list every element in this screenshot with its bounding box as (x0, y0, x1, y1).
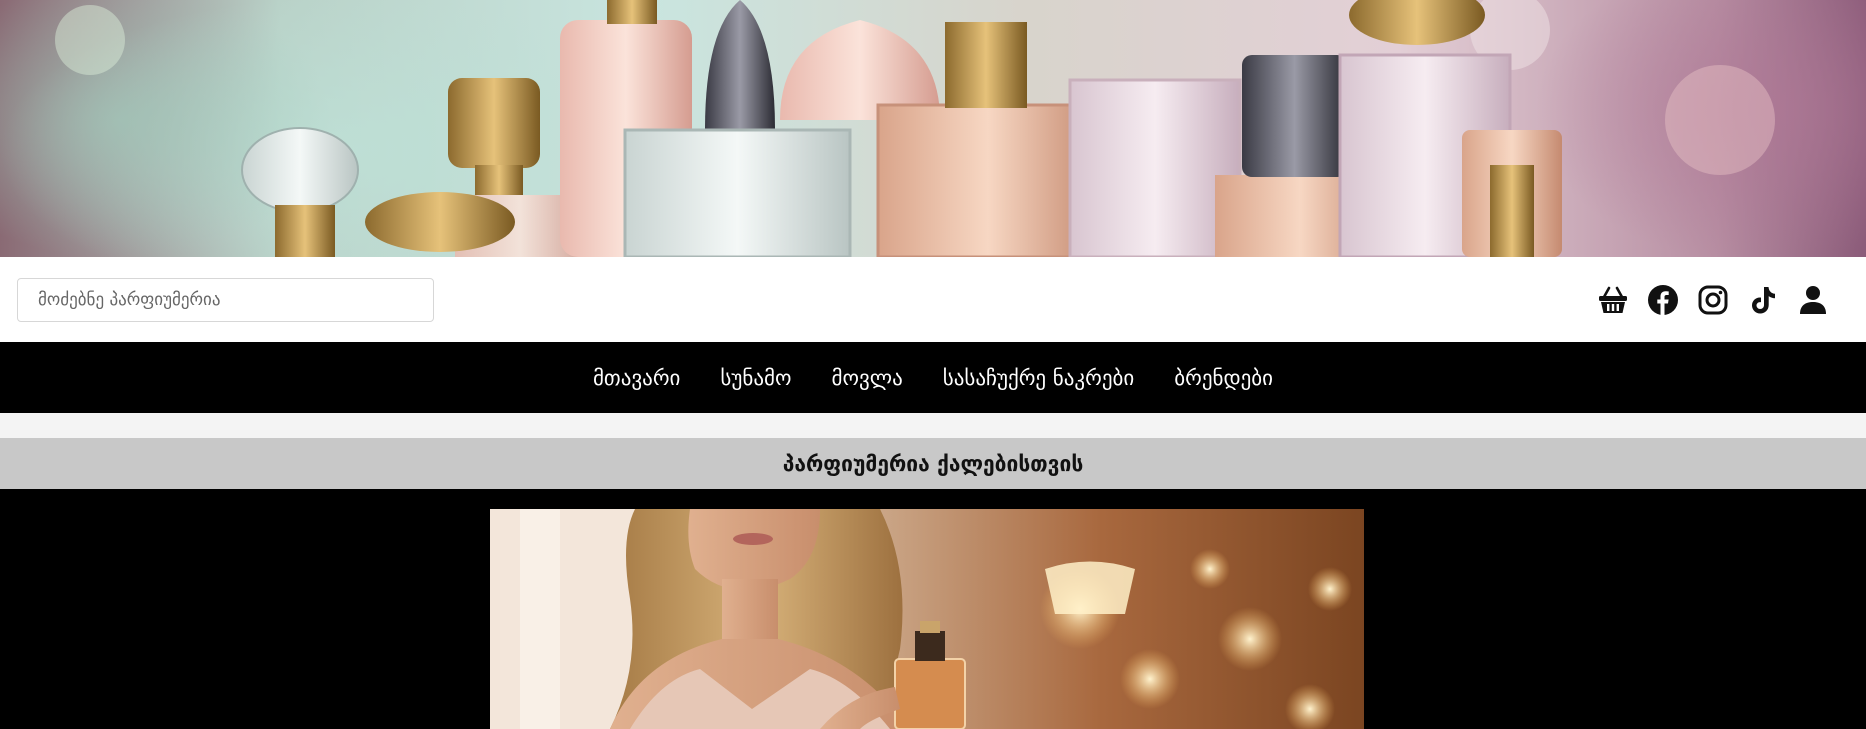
basket-icon[interactable] (1588, 281, 1638, 319)
main-nav: მთავარი სუნამო მოვლა სასაჩუქრე ნაკრები ბ… (0, 342, 1866, 413)
user-icon[interactable] (1788, 281, 1838, 319)
nav-item-brands[interactable]: ბრენდები (1174, 366, 1273, 390)
section-header: პარფიუმერია ქალებისთვის (0, 438, 1866, 489)
feature-section (0, 489, 1866, 729)
tiktok-icon[interactable] (1738, 281, 1788, 319)
nav-item-gift-sets[interactable]: სასაჩუქრე ნაკრები (943, 366, 1135, 390)
nav-item-care[interactable]: მოვლა (831, 366, 902, 390)
nav-item-perfume[interactable]: სუნამო (720, 366, 791, 390)
woman-with-perfume-image[interactable] (490, 509, 1364, 729)
site-header (0, 257, 1866, 342)
search-input[interactable] (17, 278, 434, 322)
facebook-icon[interactable] (1638, 281, 1688, 319)
nav-item-home[interactable]: მთავარი (593, 366, 680, 390)
hero-banner (0, 0, 1866, 257)
instagram-icon[interactable] (1688, 281, 1738, 319)
header-icons (1588, 281, 1838, 319)
spacer (0, 413, 1866, 438)
section-title: პარფიუმერია ქალებისთვის (782, 451, 1084, 476)
perfume-bottles-image (55, 0, 1775, 257)
